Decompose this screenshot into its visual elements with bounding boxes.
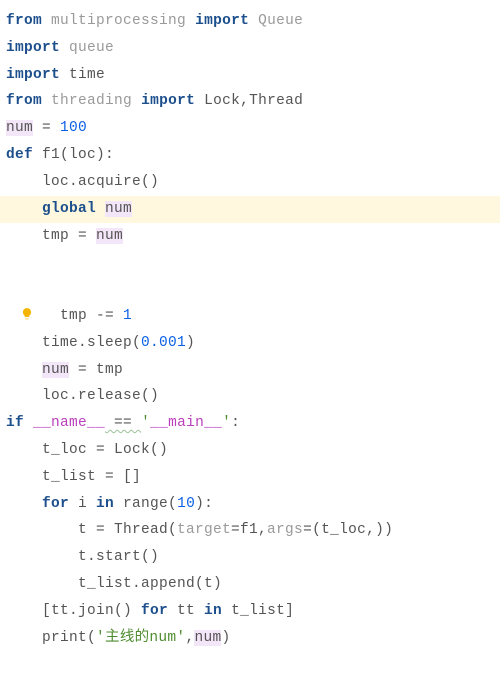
dunder-main: __main__ [150,415,222,431]
call-acquire: loc.acquire() [42,174,159,190]
colon: : [231,415,240,431]
keyword-in: in [96,496,114,512]
list-comp-close: t_list] [222,603,294,619]
code-line-7: loc.acquire() [6,169,494,196]
list-comp-open: [tt.join() [42,603,141,619]
code-line-10: tmp -= 1 [6,249,494,329]
code-line-6: def f1(loc): [6,142,494,169]
code-line-9: tmp = num [6,223,494,250]
code-line-18: t = Thread(target=f1,args=(t_loc,)) [6,517,494,544]
import-name-queue-class: Queue [258,13,303,29]
call-sleep-close: ) [186,335,195,351]
keyword-if: if [6,415,24,431]
keyword-in: in [204,603,222,619]
str-quote: ' [141,415,150,431]
code-line-1: from multiprocessing import Queue [6,8,494,35]
dunder-name: __name__ [33,415,105,431]
op-eq: = [33,120,60,136]
code-line-3: import time [6,62,494,89]
import-names-lock-thread: Lock,Thread [204,93,303,109]
keyword-for: for [141,603,168,619]
thread-open: t = Thread( [78,522,177,538]
literal-100: 100 [60,120,87,136]
code-line-12: num = tmp [6,357,494,384]
code-line-2: import queue [6,35,494,62]
call-append: t_list.append(t) [78,576,222,592]
call-print-close: ) [221,630,230,646]
code-line-22: print('主线的num',num) [6,625,494,652]
module-queue: queue [69,40,114,56]
code-line-13: loc.release() [6,383,494,410]
module-time: time [69,67,105,83]
keyword-import: import [6,40,60,56]
module-threading: threading [51,93,132,109]
call-range-close: ): [195,496,213,512]
assign-tmp-dec: tmp -= [60,308,123,324]
var-num: num [105,201,132,217]
code-line-4: from threading import Lock,Thread [6,88,494,115]
code-line-21: [tt.join() for tt in t_list] [6,598,494,625]
keyword-import: import [141,93,195,109]
call-start: t.start() [78,549,159,565]
code-line-11: time.sleep(0.001) [6,330,494,357]
literal-1: 1 [123,308,132,324]
code-line-17: for i in range(10): [6,491,494,518]
kwarg-args: args [267,522,303,538]
keyword-global: global [42,201,96,217]
keyword-def: def [6,147,33,163]
lightbulb-icon[interactable] [20,253,34,267]
assign-list: t_list = [] [42,469,141,485]
code-line-19: t.start() [6,544,494,571]
var-num: num [96,228,123,244]
list-comp-var: tt [168,603,204,619]
module-multiprocessing: multiprocessing [51,13,186,29]
function-name-f1: f1 [42,147,60,163]
literal-10: 10 [177,496,195,512]
code-line-5: num = 100 [6,115,494,142]
assign-tmp: tmp = [42,228,96,244]
call-print-open: print( [42,630,96,646]
str-quote: ' [222,415,231,431]
keyword-import: import [195,13,249,29]
kwarg-target-val: =f1, [231,522,267,538]
var-num: num [194,630,221,646]
function-args: (loc): [60,147,114,163]
assign-from-tmp: = tmp [69,362,123,378]
call-sleep-open: time.sleep( [42,335,141,351]
code-line-14: if __name__ == '__main__': [6,410,494,437]
op-eq: == [105,415,141,431]
var-num: num [6,120,33,136]
for-var: i [69,496,96,512]
var-num: num [42,362,69,378]
kwarg-args-val: =(t_loc,)) [303,522,393,538]
code-line-16: t_list = [] [6,464,494,491]
call-release: loc.release() [42,388,159,404]
keyword-from: from [6,13,42,29]
call-range-open: range( [114,496,177,512]
string-literal: '主线的num' [96,630,185,646]
literal-0001: 0.001 [141,335,186,351]
keyword-for: for [42,496,69,512]
code-line-15: t_loc = Lock() [6,437,494,464]
kwarg-target: target [177,522,231,538]
keyword-import: import [6,67,60,83]
keyword-from: from [6,93,42,109]
code-line-8: global num [0,196,500,223]
assign-lock: t_loc = Lock() [42,442,168,458]
code-line-20: t_list.append(t) [6,571,494,598]
